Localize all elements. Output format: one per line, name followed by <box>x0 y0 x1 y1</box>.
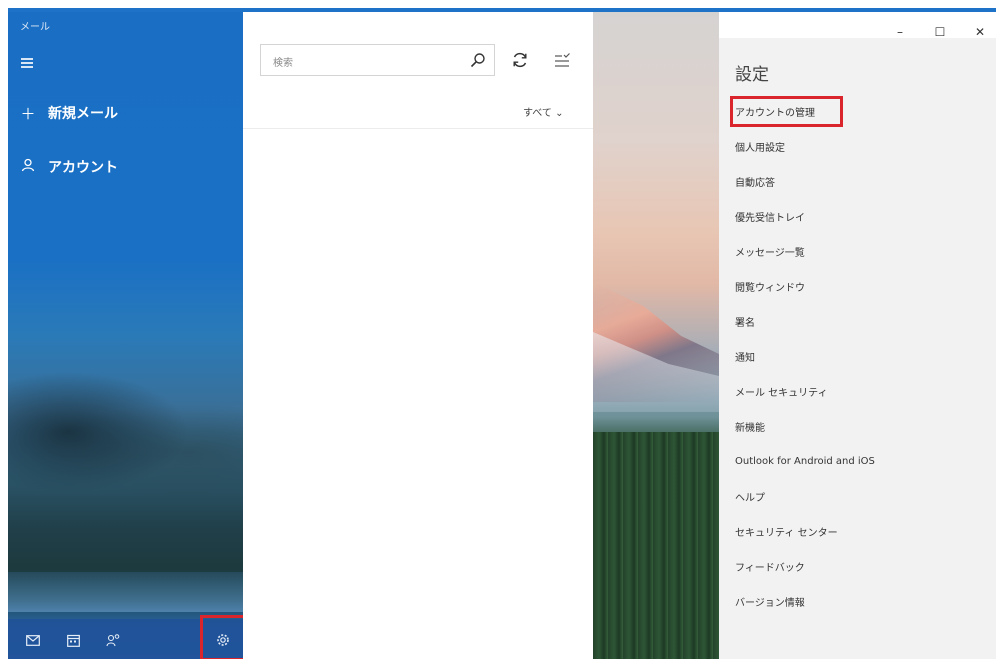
settings-title: 設定 <box>735 65 769 85</box>
mail-icon[interactable] <box>24 631 42 649</box>
nav-background-lake <box>8 572 243 612</box>
person-icon <box>18 158 38 176</box>
settings-item-signature[interactable]: 署名 <box>735 310 755 332</box>
app-title: メール <box>20 22 50 33</box>
settings-pane: 設定 アカウントの管理 個人用設定 自動応答 優先受信トレイ メッセージ一覧 閲… <box>719 38 996 659</box>
accounts-button[interactable]: アカウント <box>18 152 118 182</box>
search-icon[interactable] <box>470 52 486 68</box>
accounts-label: アカウント <box>48 160 118 176</box>
selection-mode-icon[interactable] <box>553 52 571 70</box>
settings-item-about[interactable]: バージョン情報 <box>735 590 805 612</box>
search-input[interactable]: 検索 <box>260 44 495 76</box>
settings-item-whats-new[interactable]: 新機能 <box>735 415 765 437</box>
settings-item-manage-accounts[interactable]: アカウントの管理 <box>730 96 843 127</box>
plus-icon: ＋ <box>20 104 36 123</box>
filter-dropdown[interactable]: すべて ⌄ <box>523 104 563 119</box>
new-mail-label: 新規メール <box>48 106 118 122</box>
settings-item-email-security[interactable]: メール セキュリティ <box>735 380 828 402</box>
hamburger-menu-icon[interactable] <box>18 52 40 74</box>
calendar-icon[interactable] <box>64 631 82 649</box>
gear-highlight-box <box>200 615 248 659</box>
people-icon[interactable] <box>104 631 122 649</box>
settings-item-automatic-replies[interactable]: 自動応答 <box>735 170 775 192</box>
mail-window: メール ＋ 新規メール アカウント 検索 すべて ⌄ – ☐ ✕ 設定 アカウン… <box>8 8 996 659</box>
settings-item-focused-inbox[interactable]: 優先受信トレイ <box>735 205 805 227</box>
settings-item-outlook-mobile[interactable]: Outlook for Android and iOS <box>735 450 875 472</box>
new-mail-button[interactable]: ＋ 新規メール <box>18 98 118 128</box>
nav-background-mountain <box>8 312 243 562</box>
settings-item-trust-center[interactable]: セキュリティ センター <box>735 520 838 542</box>
nav-bottom-bar <box>8 615 248 659</box>
background-wallpaper <box>593 12 719 659</box>
navigation-pane: メール ＋ 新規メール アカウント <box>8 12 248 659</box>
sync-icon[interactable] <box>511 51 529 69</box>
manage-accounts-highlight-box <box>730 96 843 127</box>
settings-item-personalization[interactable]: 個人用設定 <box>735 135 785 157</box>
settings-item-feedback[interactable]: フィードバック <box>735 555 805 577</box>
settings-item-help[interactable]: ヘルプ <box>735 485 765 507</box>
wallpaper-forest <box>593 432 719 659</box>
list-divider <box>243 128 593 129</box>
settings-item-notifications[interactable]: 通知 <box>735 345 755 367</box>
search-placeholder: 検索 <box>273 58 293 69</box>
message-list-pane: 検索 すべて ⌄ <box>243 12 593 659</box>
settings-item-message-list[interactable]: メッセージ一覧 <box>735 240 805 262</box>
settings-item-reading-pane[interactable]: 閲覧ウィンドウ <box>735 275 805 297</box>
